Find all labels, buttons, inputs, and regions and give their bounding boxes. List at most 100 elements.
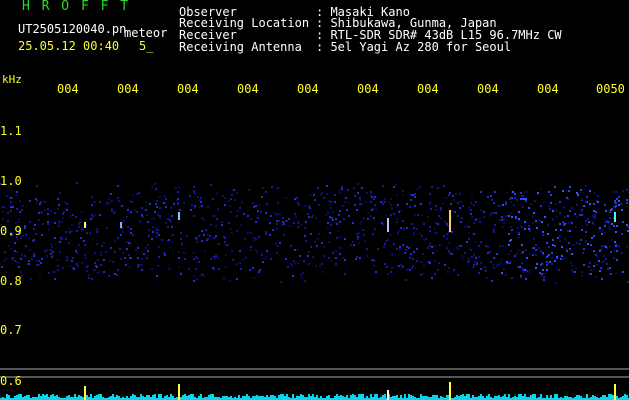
noise-pixel [91,278,93,280]
noise-pixel [549,261,551,263]
noise-pixel [109,260,111,262]
noise-pixel [594,192,596,194]
noise-pixel [193,186,195,188]
noise-pixel [108,198,110,200]
noise-pixel [493,257,495,259]
noise-pixel [57,265,59,267]
noise-pixel [568,222,570,224]
noise-pixel [50,243,52,245]
strip-bar [86,395,88,400]
strip-bar [242,396,244,400]
strip-bar [154,394,156,400]
noise-pixel [120,234,122,236]
noise-pixel [15,194,17,196]
noise-pixel [621,252,623,254]
noise-pixel [46,255,48,257]
noise-pixel [41,211,43,213]
noise-pixel [473,233,475,235]
noise-pixel [387,273,389,275]
noise-pixel [137,266,139,268]
noise-pixel [576,204,578,206]
noise-pixel [406,246,408,248]
noise-pixel [491,199,493,201]
noise-pixel [50,253,52,255]
noise-pixel [585,240,587,242]
noise-pixel [373,198,375,200]
strip-bar [110,396,112,400]
noise-pixel [257,215,259,217]
noise-pixel [555,209,557,211]
strip-bar [602,395,604,400]
strip-bar [464,396,466,400]
strip-bar [508,394,510,400]
noise-pixel [279,214,281,216]
noise-pixel [54,278,56,280]
noise-pixel [601,261,603,263]
noise-pixel [18,221,20,223]
strip-bar [6,394,8,400]
noise-pixel [310,233,312,235]
noise-pixel [361,203,363,205]
noise-pixel [194,205,196,207]
noise-pixel [604,232,606,234]
noise-pixel [622,271,624,273]
strip-peak [614,384,616,400]
noise-pixel [542,254,544,256]
noise-pixel [524,269,526,271]
noise-pixel [540,188,542,190]
noise-pixel [598,229,600,231]
noise-pixel [2,218,4,220]
noise-pixel [276,223,278,225]
noise-pixel [421,236,423,238]
noise-pixel [179,209,181,211]
noise-pixel [446,233,448,235]
noise-pixel [374,196,376,198]
noise-pixel [130,211,132,213]
noise-pixel [533,212,535,214]
noise-pixel [57,208,59,210]
noise-pixel [621,209,623,211]
noise-pixel [616,250,618,252]
strip-bar [346,395,348,400]
noise-pixel [555,282,557,284]
noise-pixel [454,211,456,213]
strip-bar [256,395,258,400]
strip-bar [608,394,610,400]
noise-pixel [410,194,412,196]
strip-bar [280,394,282,400]
noise-pixel [334,201,336,203]
noise-pixel [432,252,434,254]
noise-pixel [583,248,585,250]
noise-pixel [436,232,438,234]
noise-pixel [327,227,329,229]
noise-pixel [126,248,128,250]
noise-pixel [199,206,201,208]
noise-pixel [552,239,554,241]
noise-pixel [131,201,133,203]
noise-pixel [129,257,131,259]
noise-pixel [261,254,263,256]
noise-pixel [171,226,173,228]
noise-pixel [412,223,414,225]
strip-bar [160,394,162,400]
noise-pixel [321,263,323,265]
noise-pixel [485,270,487,272]
noise-pixel [26,263,28,265]
noise-pixel [596,255,598,257]
noise-pixel [10,210,12,212]
strip-bar [532,394,534,400]
noise-pixel [479,218,481,220]
noise-pixel [457,248,459,250]
noise-pixel [69,231,71,233]
noise-pixel [542,252,544,254]
noise-pixel [163,202,165,204]
noise-pixel [272,229,274,231]
noise-pixel [510,226,512,228]
noise-pixel [549,208,551,210]
strip-bar [244,396,246,400]
noise-pixel [581,198,583,200]
noise-pixel [423,223,425,225]
noise-pixel [590,269,592,271]
noise-pixel [96,228,98,230]
strip-bar [300,394,302,400]
